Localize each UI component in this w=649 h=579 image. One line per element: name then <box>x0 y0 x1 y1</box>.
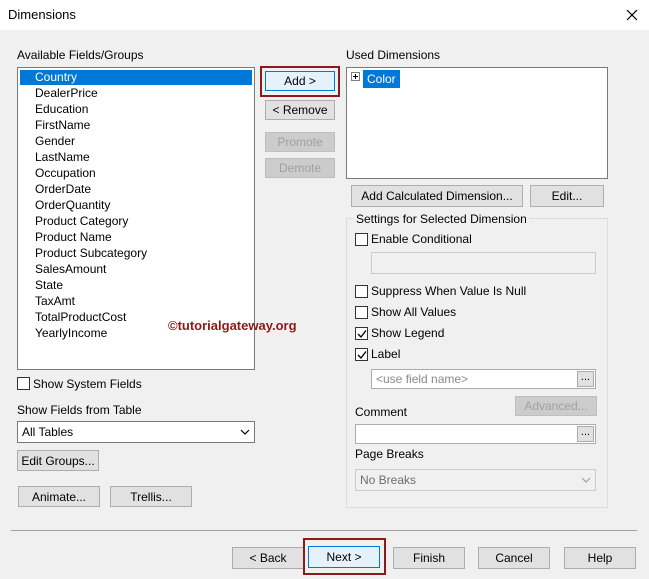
window-title: Dimensions <box>8 7 76 22</box>
field-list-item[interactable]: Country <box>20 70 252 85</box>
field-list-item[interactable]: OrderDate <box>20 182 252 197</box>
field-list-item[interactable]: LastName <box>20 150 252 165</box>
used-dimension-item[interactable]: Color <box>363 70 400 88</box>
help-button[interactable]: Help <box>564 547 636 569</box>
edit-groups-button[interactable]: Edit Groups... <box>17 450 99 471</box>
watermark: ©tutorialgateway.org <box>168 318 297 333</box>
edit-button[interactable]: Edit... <box>530 185 604 207</box>
field-list-item[interactable]: Product Subcategory <box>20 246 252 261</box>
field-list-item[interactable]: Gender <box>20 134 252 149</box>
finish-button[interactable]: Finish <box>393 547 465 569</box>
used-dimensions-tree[interactable]: Color <box>346 67 608 179</box>
field-list-item[interactable]: FirstName <box>20 118 252 133</box>
table-select[interactable]: All Tables <box>17 421 255 443</box>
chevron-down-icon <box>581 477 591 483</box>
field-list-item[interactable]: DealerPrice <box>20 86 252 101</box>
checkmark-icon <box>357 330 367 339</box>
comment-browse-button[interactable]: ... <box>577 426 594 442</box>
comment-label: Comment <box>355 405 408 419</box>
suppress-null-checkbox[interactable] <box>355 285 368 298</box>
show-all-values-checkbox[interactable] <box>355 306 368 319</box>
label-field-browse-button[interactable]: ... <box>577 371 594 387</box>
table-select-value: All Tables <box>22 425 74 439</box>
show-system-fields-label: Show System Fields <box>33 377 142 391</box>
label-checkbox-label: Label <box>371 347 401 361</box>
show-legend-checkbox[interactable] <box>355 327 368 340</box>
comment-input[interactable] <box>355 424 596 444</box>
remove-button[interactable]: < Remove <box>265 100 335 120</box>
add-button-highlight <box>260 66 340 97</box>
advanced-button[interactable]: Advanced... <box>515 396 597 416</box>
used-dimensions-label: Used Dimensions <box>346 48 441 62</box>
cancel-button[interactable]: Cancel <box>478 547 550 569</box>
promote-button[interactable]: Promote <box>265 132 335 152</box>
expand-plus-icon[interactable] <box>351 72 360 81</box>
back-button[interactable]: < Back <box>232 547 304 569</box>
close-icon <box>626 9 638 21</box>
field-list-item[interactable]: Education <box>20 102 252 117</box>
page-breaks-label: Page Breaks <box>355 447 424 461</box>
animate-button[interactable]: Animate... <box>18 486 100 507</box>
field-list-item[interactable]: TaxAmt <box>20 294 252 309</box>
enable-conditional-label: Enable Conditional <box>371 232 472 246</box>
field-list-item[interactable]: SalesAmount <box>20 262 252 277</box>
next-button-highlight <box>303 538 386 575</box>
field-list-item[interactable]: Product Category <box>20 214 252 229</box>
settings-legend: Settings for Selected Dimension <box>354 212 529 226</box>
enable-conditional-checkbox[interactable] <box>355 233 368 246</box>
field-list-item[interactable]: State <box>20 278 252 293</box>
show-legend-label: Show Legend <box>371 326 445 340</box>
label-field-input[interactable]: <use field name> <box>371 369 596 389</box>
field-list-item[interactable]: OrderQuantity <box>20 198 252 213</box>
demote-button[interactable]: Demote <box>265 158 335 178</box>
page-breaks-select[interactable]: No Breaks <box>355 469 596 491</box>
title-bar: Dimensions <box>0 0 649 30</box>
trellis-button[interactable]: Trellis... <box>110 486 192 507</box>
page-breaks-value: No Breaks <box>360 473 417 487</box>
used-dimension-label: Color <box>367 72 396 86</box>
field-list-item[interactable]: Product Name <box>20 230 252 245</box>
footer-separator <box>11 530 637 531</box>
field-list-item[interactable]: Occupation <box>20 166 252 181</box>
show-system-fields-checkbox[interactable] <box>17 377 30 390</box>
checkmark-icon <box>357 351 367 360</box>
show-all-values-label: Show All Values <box>371 305 457 319</box>
chevron-down-icon <box>240 429 250 435</box>
available-fields-label: Available Fields/Groups <box>17 48 144 62</box>
suppress-null-label: Suppress When Value Is Null <box>371 284 527 298</box>
close-button[interactable] <box>618 4 646 26</box>
show-fields-from-table-label: Show Fields from Table <box>17 403 142 417</box>
add-calculated-dimension-button[interactable]: Add Calculated Dimension... <box>351 185 523 207</box>
label-checkbox[interactable] <box>355 348 368 361</box>
condition-field[interactable] <box>371 252 596 274</box>
